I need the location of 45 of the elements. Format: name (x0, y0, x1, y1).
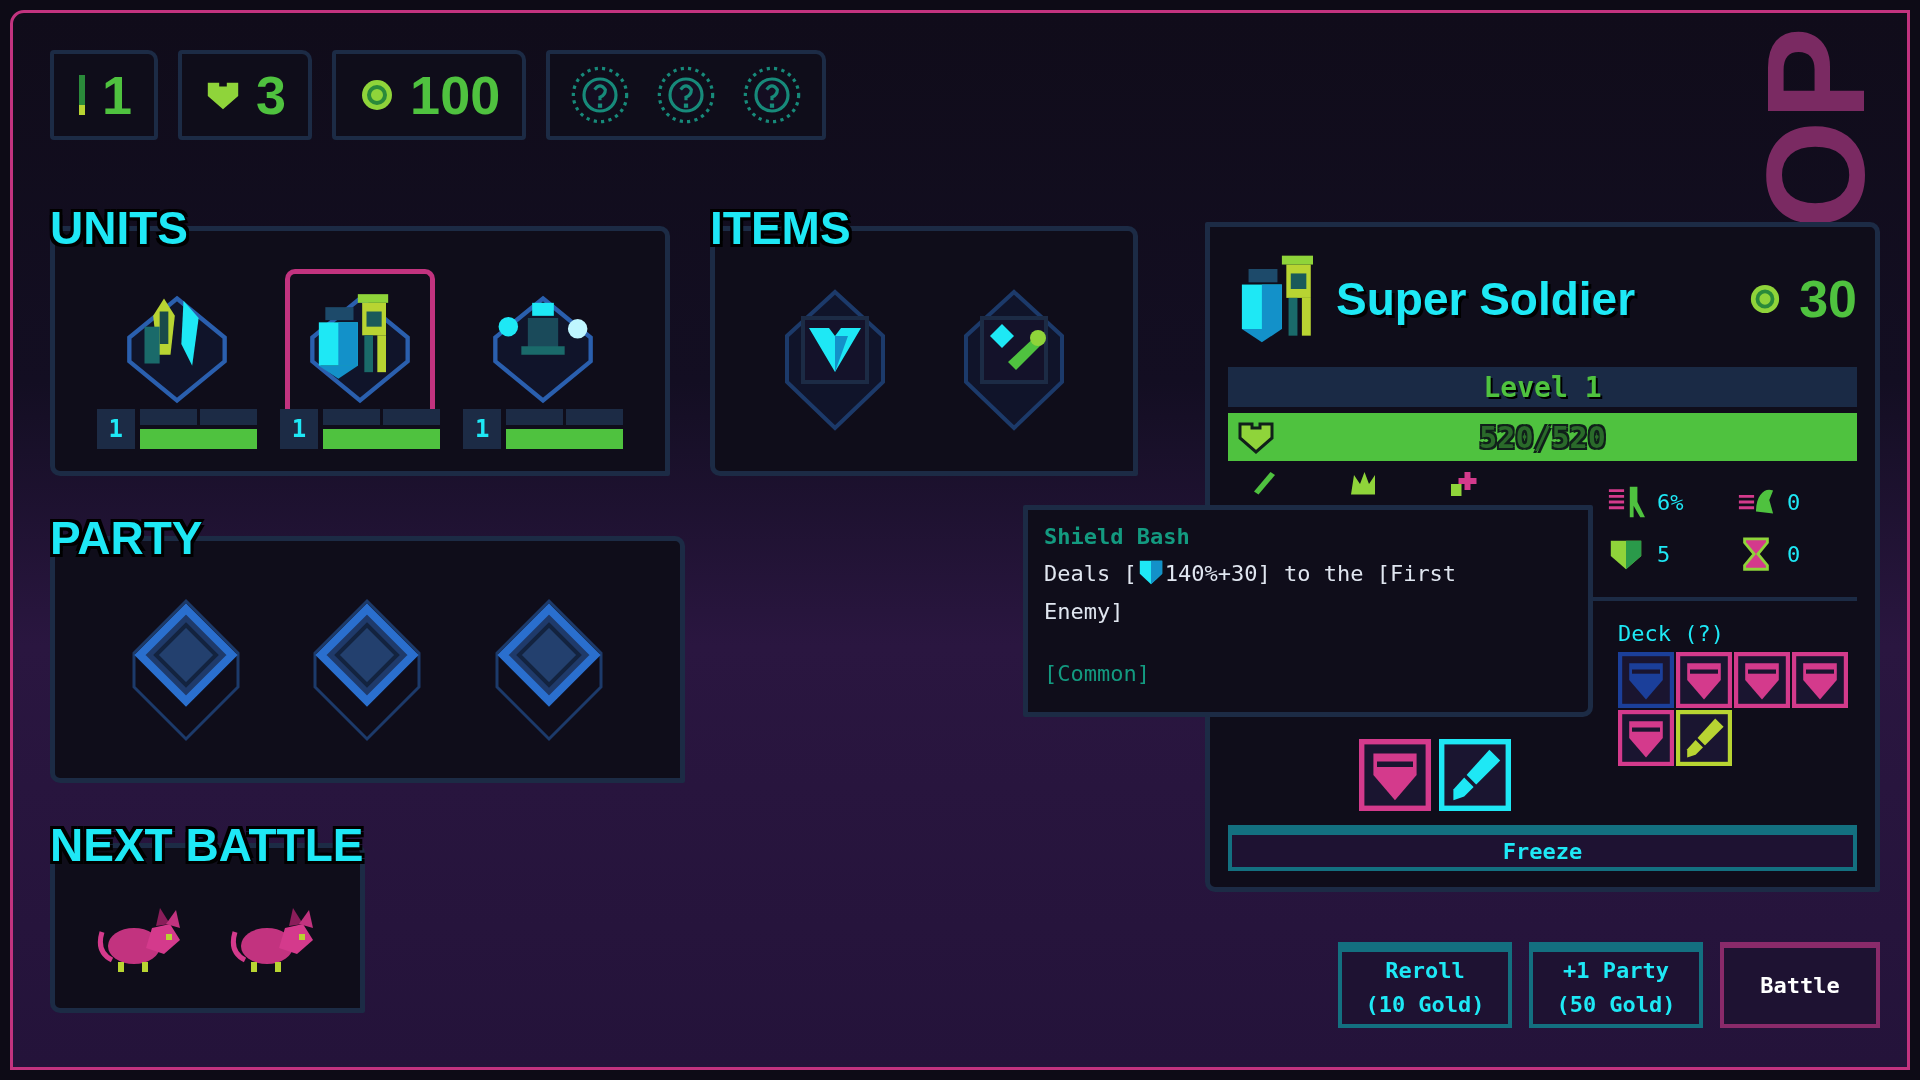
round-number: 1 (102, 64, 133, 126)
lives-number: 3 (256, 64, 287, 126)
sword-icon (76, 73, 88, 117)
skill-description: Deals [ 140%+30] to the [First Enemy] (1044, 555, 1514, 631)
heart-icon (1236, 420, 1276, 454)
sword-card-icon[interactable] (1439, 739, 1511, 811)
sword-card-icon[interactable] (1676, 710, 1732, 766)
shield-card-icon[interactable] (1734, 652, 1790, 708)
deck-label: Deck (?) (1618, 621, 1725, 646)
party-heading: PARTY (50, 512, 203, 564)
stat-value: 0 (1787, 541, 1801, 567)
unit-level: 1 (463, 409, 502, 449)
coin-amount: 100 (410, 64, 501, 126)
shield-card-icon[interactable] (1792, 652, 1848, 708)
next-battle-heading: NEXT BATTLE (50, 819, 364, 871)
stat-value: 5 (1657, 541, 1671, 567)
empty-bar-segment (199, 409, 257, 425)
unit-name: Super Soldier (1336, 272, 1636, 326)
shield-card-icon[interactable] (1676, 652, 1732, 708)
shop-title-text: OP (1745, 26, 1886, 230)
cross-icon (1448, 469, 1478, 499)
units-heading: UNITS (50, 202, 188, 254)
empty-bar-segment (566, 409, 624, 425)
shop-button[interactable]: +1 Party (50 Gold) (1529, 942, 1703, 1028)
stat-value: 6% (1657, 489, 1684, 515)
skill-name: Shield Bash (1044, 524, 1191, 549)
empty-bar-segment (139, 409, 197, 425)
level-bar: Level 1 (1228, 367, 1857, 407)
rarity-label: [Common] (1044, 661, 1151, 686)
unit-cost: 30 (1799, 269, 1857, 329)
unit-level: 1 (280, 409, 318, 449)
coin-icon (1749, 283, 1782, 315)
empty-bar-segment (323, 409, 380, 425)
unit-level: 1 (96, 409, 135, 449)
stat-value: 0 (1787, 489, 1801, 515)
items-heading: ITEMS (710, 202, 851, 254)
battle-button[interactable]: Battle (1720, 942, 1880, 1028)
empty-bar-segment (506, 409, 564, 425)
hp-value: 520/520 (1479, 419, 1606, 455)
shop-button[interactable]: Reroll (10 Gold) (1338, 942, 1512, 1028)
unit-slot[interactable] (285, 269, 435, 409)
freeze-button[interactable]: Freeze (1228, 825, 1857, 871)
empty-bar-segment (383, 409, 440, 425)
shield-card-icon[interactable] (1618, 710, 1674, 766)
shield-card-icon[interactable] (1359, 739, 1431, 811)
